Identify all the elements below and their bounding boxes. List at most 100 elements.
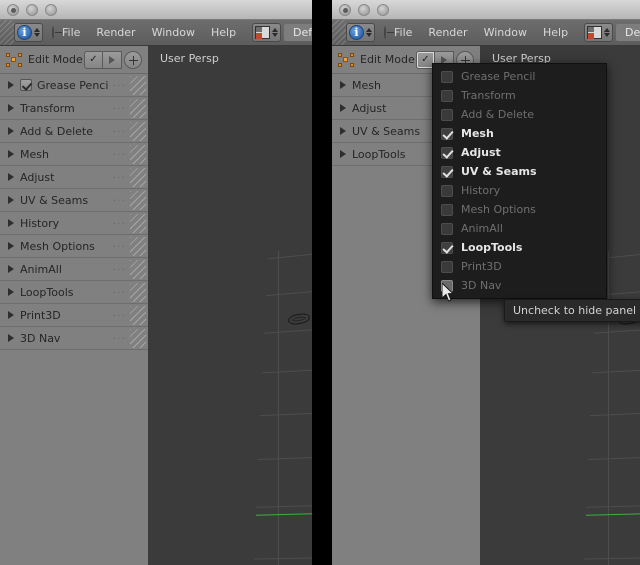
panel-label: Adjust [352,101,387,115]
panel-grip-icon[interactable] [130,214,146,233]
panel-row[interactable]: Print3D ··· [0,304,148,327]
panel-drag-dots-icon[interactable]: ··· [113,194,127,207]
menu-render[interactable]: Render [420,20,475,45]
zoom-button[interactable] [45,4,57,16]
dropdown-item[interactable]: Mesh [433,124,606,143]
dropdown-item[interactable]: LoopTools [433,238,606,257]
panel-grip-icon[interactable] [130,145,146,164]
panel-drag-dots-icon[interactable]: ··· [113,125,127,138]
dropdown-item[interactable]: Mesh Options [433,200,606,219]
screen-layout-selector[interactable] [252,23,282,42]
panel-drag-dots-icon[interactable]: ··· [113,171,127,184]
panel-grip-icon[interactable] [130,237,146,256]
corner-grip-icon[interactable] [332,20,346,45]
panel-drag-dots-icon[interactable]: ··· [113,240,127,253]
panel-row[interactable]: Grease Penci ··· [0,74,148,97]
collapse-menus-icon[interactable] [384,26,394,39]
menu-window[interactable]: Window [476,20,535,45]
zoom-button[interactable] [377,4,389,16]
dropdown-item-checkbox[interactable] [441,127,453,140]
mouse-pointer-icon [442,283,455,302]
panel-grip-icon[interactable] [130,99,146,118]
panel-grip-icon[interactable] [130,168,146,187]
dropdown-item[interactable]: History [433,181,606,200]
panel-row[interactable]: AnimAll ··· [0,258,148,281]
editor-type-selector[interactable]: i [14,23,43,42]
screenshot-root: i File Render Window Help Default Edit M… [0,0,640,565]
panel-row[interactable]: History ··· [0,212,148,235]
dropdown-item-checkbox[interactable] [441,241,453,254]
dropdown-item-checkbox[interactable] [441,108,453,121]
dropdown-item-checkbox[interactable] [441,222,453,235]
dropdown-item[interactable]: Grease Pencil [433,67,606,86]
panel-grip-icon[interactable] [130,260,146,279]
panel-label: Mesh [352,78,381,92]
panel-drag-dots-icon[interactable]: ··· [113,217,127,230]
dropdown-item-checkbox[interactable] [441,260,453,273]
title-bar-right [332,0,640,20]
window-controls-left[interactable] [7,4,57,16]
panel-row[interactable]: Adjust ··· [0,166,148,189]
dropdown-item[interactable]: UV & Seams [433,162,606,181]
dropdown-item-label: Mesh [461,127,494,140]
panel-row[interactable]: LoopTools ··· [0,281,148,304]
panel-row[interactable]: Mesh ··· [0,143,148,166]
play-arrow-button[interactable] [103,50,122,69]
panel-drag-dots-icon[interactable]: ··· [113,286,127,299]
menu-render[interactable]: Render [88,20,143,45]
panel-drag-dots-icon[interactable]: ··· [113,148,127,161]
dropdown-item[interactable]: 3D Nav [433,276,606,295]
window-controls-right[interactable] [339,4,389,16]
menu-help[interactable]: Help [203,20,244,45]
checkbox-toggle-button[interactable]: ✓ [84,50,103,69]
menu-window[interactable]: Window [144,20,203,45]
editor-type-selector[interactable]: i [346,23,375,42]
panel-drag-dots-icon[interactable]: ··· [113,332,127,345]
close-button[interactable] [339,4,351,16]
chevron-right-icon [340,150,346,158]
minimize-button[interactable] [358,4,370,16]
dropdown-item[interactable]: Print3D [433,257,606,276]
panel-row[interactable]: Mesh Options ··· [0,235,148,258]
add-plus-button[interactable] [124,50,142,69]
panel-row[interactable]: Add & Delete ··· [0,120,148,143]
dropdown-item[interactable]: Adjust [433,143,606,162]
menu-help[interactable]: Help [535,20,576,45]
panel-grip-icon[interactable] [130,283,146,302]
collapse-menus-icon[interactable] [52,26,62,39]
panel-grip-icon[interactable] [130,191,146,210]
panel-label: Adjust [20,170,55,184]
panel-drag-dots-icon[interactable]: ··· [113,79,127,92]
dropdown-item-checkbox[interactable] [441,146,453,159]
layout-name-field[interactable]: Default [616,24,640,41]
panel-drag-dots-icon[interactable]: ··· [113,102,127,115]
panel-grip-icon[interactable] [130,306,146,325]
panel-checkbox[interactable] [20,79,32,91]
viewport-left[interactable]: User Persp [148,46,312,565]
panel-grip-icon[interactable] [130,329,146,348]
minimize-button[interactable] [26,4,38,16]
panel-row[interactable]: Transform ··· [0,97,148,120]
panel-visibility-dropdown[interactable]: Grease Pencil Transform Add & Delete Mesh Ad… [432,63,607,299]
dropdown-item-checkbox[interactable] [441,165,453,178]
dropdown-item[interactable]: Add & Delete [433,105,606,124]
close-button[interactable] [7,4,19,16]
panel-row[interactable]: 3D Nav ··· [0,327,148,350]
panel-row[interactable]: UV & Seams ··· [0,189,148,212]
tooltip: Uncheck to hide panel [504,299,640,322]
dropdown-item-checkbox[interactable] [441,89,453,102]
dropdown-item-checkbox[interactable] [441,184,453,197]
panel-drag-dots-icon[interactable]: ··· [113,309,127,322]
chevron-right-icon [8,81,14,89]
corner-grip-icon[interactable] [0,20,14,45]
dropdown-item-checkbox[interactable] [441,70,453,83]
panel-grip-icon[interactable] [130,76,146,95]
panel-grip-icon[interactable] [130,122,146,141]
dropdown-item-checkbox[interactable] [441,203,453,216]
screen-layout-selector[interactable] [584,23,614,42]
dropdown-item[interactable]: AnimAll [433,219,606,238]
panel-label: AnimAll [20,262,62,276]
dropdown-item[interactable]: Transform [433,86,606,105]
layout-name-field[interactable]: Default [284,24,312,41]
panel-drag-dots-icon[interactable]: ··· [113,263,127,276]
